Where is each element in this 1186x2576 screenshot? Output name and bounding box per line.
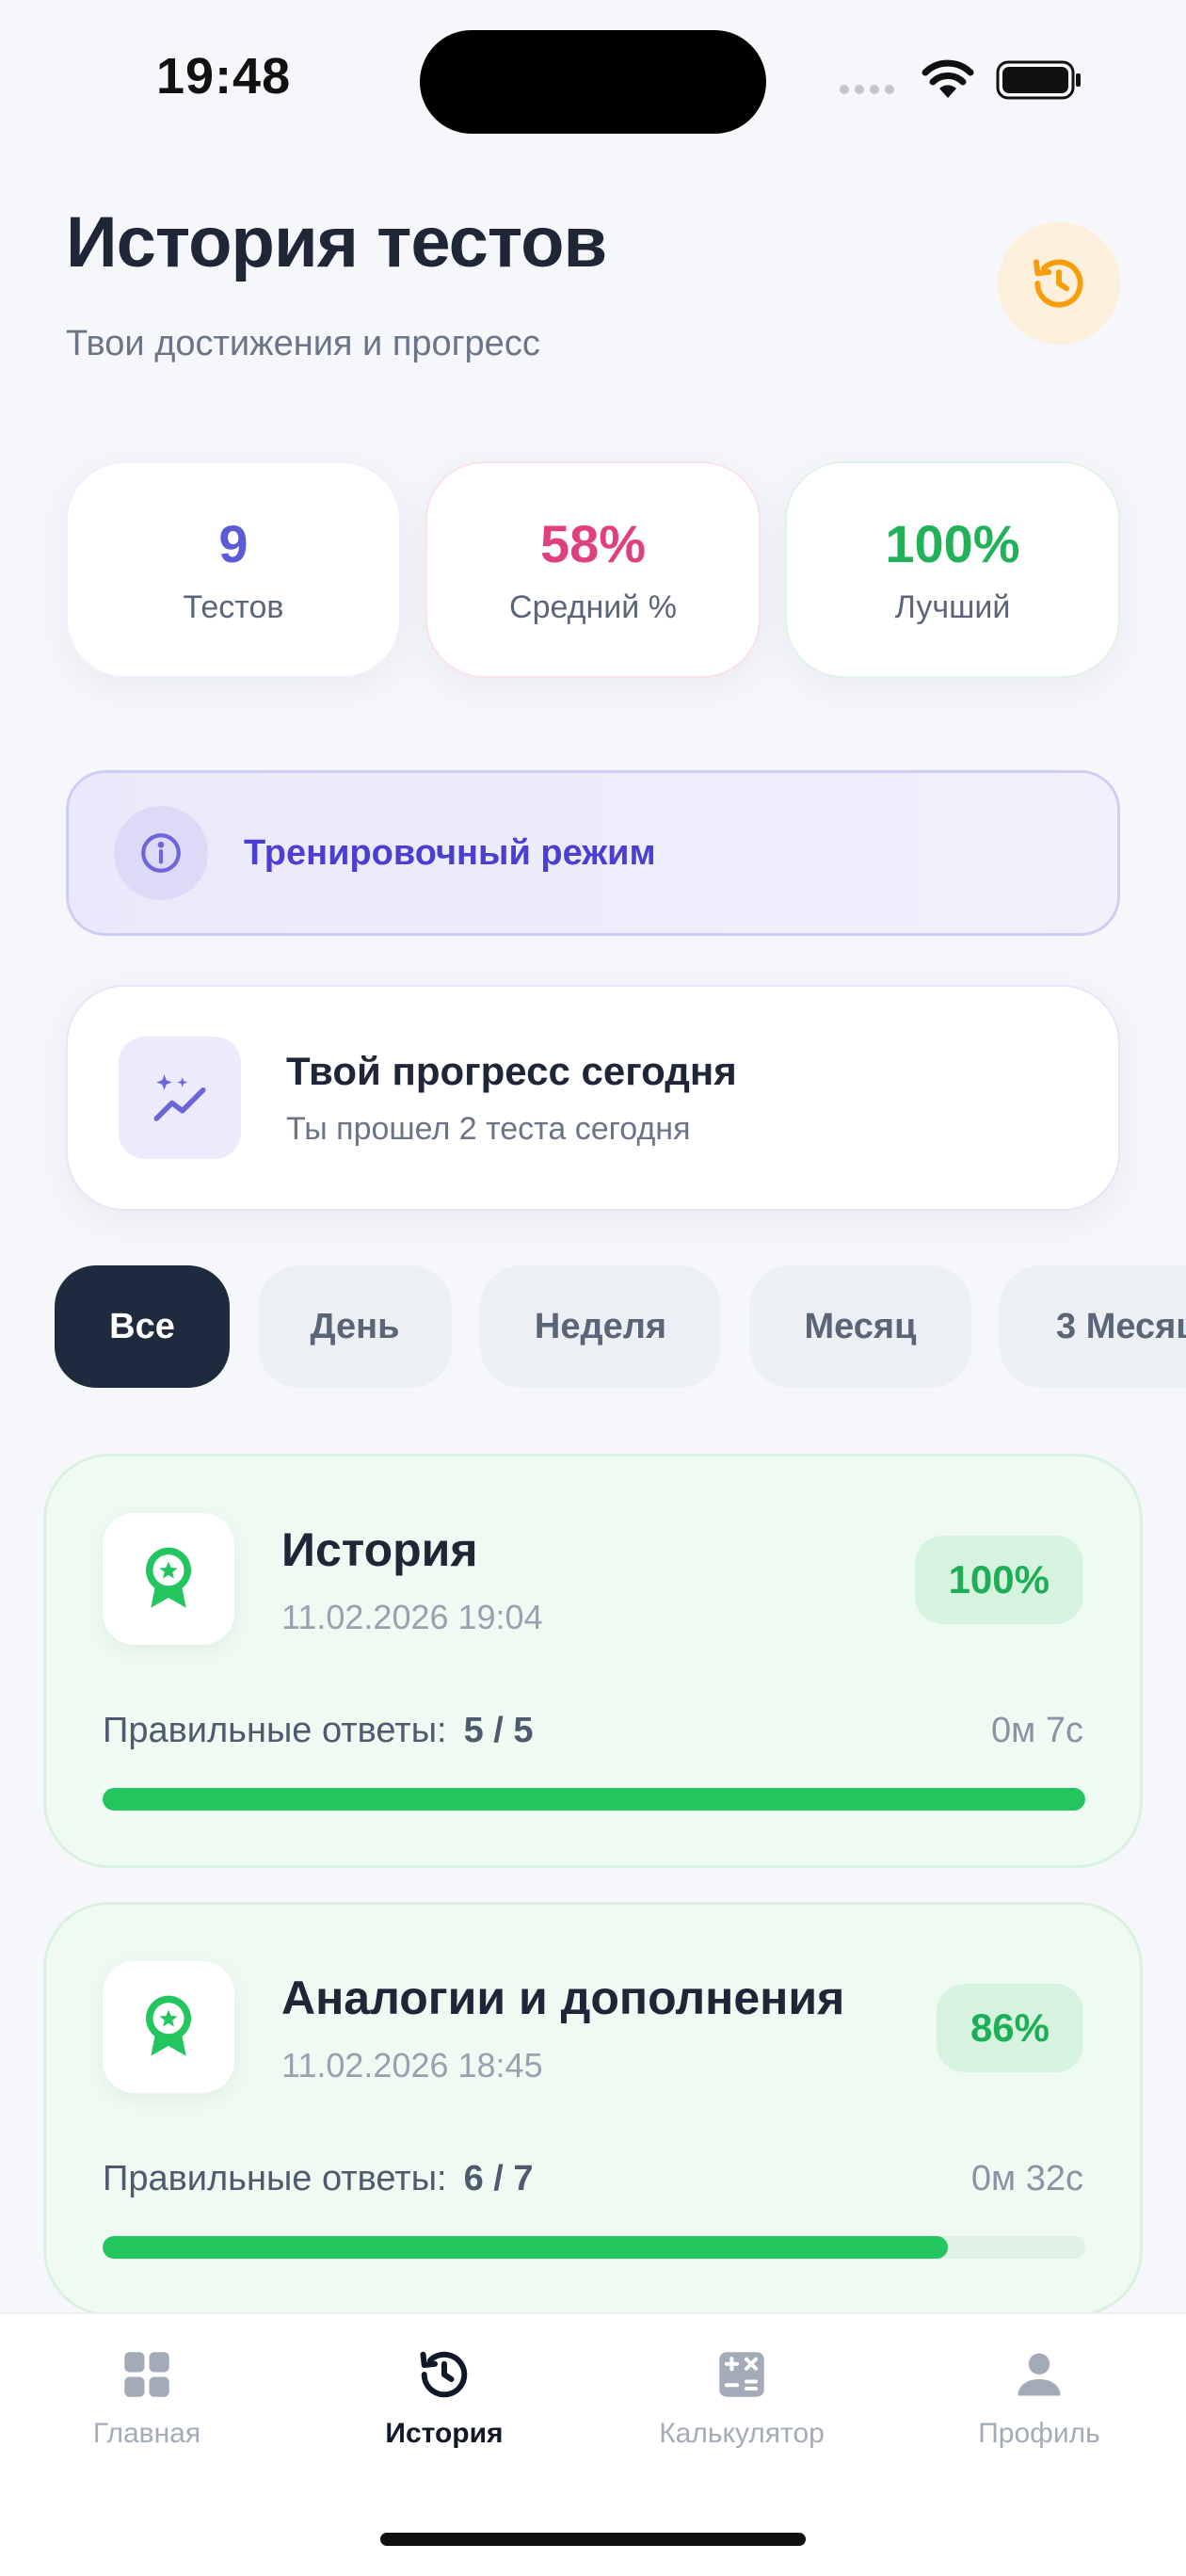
- correct-answers-label: Правильные ответы:: [103, 1711, 447, 1750]
- time-spent: 0м 7с: [991, 1711, 1083, 1750]
- test-title: История: [281, 1523, 478, 1576]
- stat-value: 58%: [539, 514, 647, 573]
- today-progress-card: Твой прогресс сегодня Ты прошел 2 теста …: [66, 985, 1120, 1211]
- filter-chip-day[interactable]: День: [258, 1265, 452, 1388]
- tab-calculator[interactable]: Калькулятор: [601, 2346, 883, 2450]
- calculator-icon: [719, 2352, 764, 2397]
- status-bar: 19:48: [0, 0, 1186, 160]
- stat-label: Тестов: [183, 589, 284, 625]
- correct-answers-count: 6 / 7: [463, 2159, 534, 2198]
- correct-answers-label: Правильные ответы:: [103, 2159, 447, 2198]
- correct-answers-count: 5 / 5: [463, 1711, 534, 1750]
- history-icon: [420, 2351, 468, 2398]
- test-result-card[interactable]: Аналогии и дополнения 11.02.2026 18:45 8…: [43, 1902, 1143, 2316]
- tab-label: История: [385, 2418, 504, 2449]
- home-indicator: [380, 2533, 806, 2546]
- stat-label: Лучший: [894, 589, 1011, 625]
- filter-chip-week[interactable]: Неделя: [480, 1265, 721, 1388]
- score-progress-fill: [103, 1788, 1085, 1811]
- stat-card-best: 100% Лучший: [785, 461, 1120, 678]
- test-title: Аналогии и дополнения: [281, 1972, 845, 2024]
- stat-value: 100%: [885, 514, 1020, 573]
- correct-answers: Правильные ответы: 5 / 5: [103, 1711, 534, 1751]
- stat-card-average: 58% Средний %: [425, 461, 761, 678]
- score-progress-bar: [103, 2236, 1085, 2259]
- score-progress-fill: [103, 2236, 948, 2259]
- tab-profile[interactable]: Профиль: [898, 2346, 1180, 2450]
- battery-icon: [996, 60, 1081, 100]
- test-date: 11.02.2026 18:45: [281, 2046, 543, 2085]
- sparkle-chart-icon: [119, 1037, 241, 1159]
- time-spent: 0м 32с: [970, 2159, 1083, 2198]
- tab-home[interactable]: Главная: [6, 2346, 288, 2450]
- history-button[interactable]: [998, 222, 1120, 345]
- info-icon: [114, 806, 208, 900]
- profile-icon: [1018, 2353, 1061, 2396]
- training-mode-label: Тренировочный режим: [244, 832, 656, 873]
- stat-label: Средний %: [509, 589, 677, 625]
- period-filter-scroller[interactable]: Все День Неделя Месяц 3 Месяца: [0, 1252, 1186, 1403]
- training-mode-banner[interactable]: Тренировочный режим: [66, 770, 1120, 936]
- filter-chip-3-months[interactable]: 3 Месяца: [1000, 1265, 1186, 1388]
- score-badge: 100%: [914, 1536, 1083, 1624]
- test-result-card[interactable]: История 11.02.2026 19:04 100% Правильные…: [43, 1454, 1143, 1868]
- test-date: 11.02.2026 19:04: [281, 1598, 543, 1636]
- cellular-signal-icon: [840, 85, 894, 94]
- filter-chip-all[interactable]: Все: [55, 1265, 230, 1388]
- wifi-icon: [922, 59, 974, 98]
- tab-history[interactable]: История: [303, 2346, 585, 2450]
- award-badge-icon: [103, 1961, 234, 2093]
- today-progress-title: Твой прогресс сегодня: [286, 1048, 737, 1093]
- stat-card-tests: 9 Тестов: [66, 461, 401, 678]
- score-badge: 86%: [936, 1984, 1083, 2072]
- page-title: История тестов: [66, 202, 607, 282]
- tab-label: Калькулятор: [659, 2418, 825, 2449]
- tab-label: Главная: [92, 2418, 201, 2449]
- page-subtitle: Твои достижения и прогресс: [66, 324, 540, 363]
- today-progress-subtitle: Ты прошел 2 теста сегодня: [286, 1110, 691, 1147]
- filter-chip-month[interactable]: Месяц: [749, 1265, 971, 1388]
- dynamic-island: [420, 30, 766, 134]
- award-badge-icon: [103, 1513, 234, 1645]
- history-icon: [1034, 259, 1083, 308]
- status-time: 19:48: [156, 48, 292, 105]
- stat-value: 9: [218, 514, 248, 573]
- tab-label: Профиль: [978, 2418, 1100, 2449]
- grid-icon: [124, 2352, 169, 2397]
- correct-answers: Правильные ответы: 6 / 7: [103, 2159, 534, 2199]
- score-progress-bar: [103, 1788, 1085, 1811]
